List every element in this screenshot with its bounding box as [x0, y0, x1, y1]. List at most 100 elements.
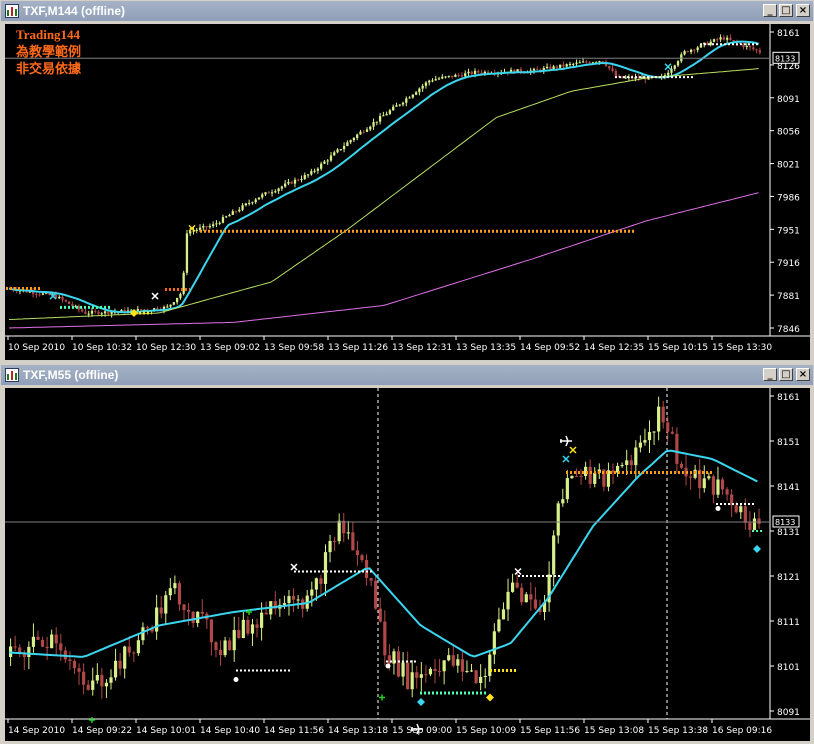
candle-body: [392, 106, 395, 111]
candle-body: [228, 214, 231, 217]
minimize-button[interactable]: _: [763, 368, 777, 381]
candle-body: [166, 306, 169, 308]
maximize-button[interactable]: □: [779, 368, 793, 381]
candle-body: [228, 640, 232, 651]
maximize-button[interactable]: □: [779, 4, 793, 17]
minimize-button[interactable]: _: [763, 4, 777, 17]
candle-body: [145, 627, 150, 629]
candle-body: [319, 578, 323, 584]
chart-window-m55[interactable]: TXF,M55 (offline) _ □ × 8161 8151 8141 8131…: [0, 364, 814, 744]
candle-body: [351, 532, 355, 551]
candle-body: [45, 646, 49, 649]
candle-body: [284, 183, 287, 187]
price-tick-label: 8091: [777, 95, 800, 105]
candle-body: [424, 674, 428, 676]
price-chart-m55[interactable]: 8161 8151 8141 8131 8121 8111 8101 8091 14 Sep 2…: [0, 386, 814, 743]
close-button[interactable]: ×: [796, 4, 810, 17]
chart-note: Trading144 為教學範例 非交易依據: [16, 26, 81, 77]
signal-dot-icon: [715, 506, 721, 511]
candle-body: [296, 599, 300, 601]
candle-body: [686, 51, 689, 53]
candle-body: [752, 518, 757, 530]
candle-body: [100, 674, 104, 687]
candle-body: [218, 649, 223, 656]
candle-body: [442, 660, 446, 672]
candle-body: [209, 619, 213, 643]
candle-body: [270, 192, 274, 194]
price-tick-label: 7881: [777, 292, 800, 302]
candle-body: [104, 682, 109, 687]
candle-body: [164, 595, 168, 614]
candle-body: [565, 64, 568, 67]
candle-body: [464, 73, 467, 77]
candle-body: [745, 46, 748, 48]
candle-body: [611, 68, 614, 71]
candle-body: [406, 662, 410, 690]
candle-body: [454, 74, 457, 78]
candle-body: [515, 582, 519, 588]
candle-body: [667, 72, 670, 76]
candle-body: [395, 105, 398, 107]
candle-body: [755, 49, 758, 51]
note-line-3: 非交易依據: [16, 61, 82, 76]
candle-body: [434, 79, 437, 81]
candle-body: [374, 580, 378, 609]
candle-body: [54, 634, 58, 644]
candle-body: [175, 297, 179, 303]
window-titlebar[interactable]: TXF,M144 (offline) _ □ ×: [1, 1, 813, 21]
candle-body: [428, 668, 433, 675]
time-tick-label: 15 Sep 13:30: [712, 343, 772, 353]
candle-body: [107, 311, 110, 314]
candle-body: [141, 627, 145, 641]
candle-body: [90, 310, 94, 314]
price-chart-m144[interactable]: 8161812680918056802179867951791678817846…: [0, 22, 814, 362]
close-button[interactable]: ×: [796, 368, 810, 381]
price-tick-label: 7986: [777, 193, 800, 203]
candle-body: [223, 640, 227, 656]
candle-body: [661, 406, 665, 423]
candle-body: [84, 311, 87, 314]
candle-body: [250, 624, 255, 634]
price-tick-label: 8151: [777, 438, 800, 448]
candle-body: [702, 478, 706, 489]
candle-body: [457, 74, 460, 76]
candle-body: [473, 70, 477, 74]
candle-body: [598, 61, 601, 63]
candle-body: [578, 62, 581, 64]
candle-body: [234, 211, 238, 213]
candle-body: [77, 305, 81, 310]
candle-body: [264, 192, 267, 195]
candle-body: [732, 39, 735, 41]
chart-window-m144[interactable]: TXF,M144 (offline) _ □ × 8161 8126 8091 805…: [0, 0, 814, 363]
candle-body: [647, 432, 652, 441]
candle-body: [748, 522, 752, 530]
candle-body: [467, 71, 470, 74]
candle-body: [113, 660, 118, 678]
candle-body: [238, 209, 241, 212]
price-tick-label: 8161: [777, 29, 800, 39]
candle-body: [643, 440, 647, 443]
candle-body: [13, 646, 17, 648]
candle-body: [225, 216, 228, 218]
candle-body: [277, 188, 280, 192]
candle-body: [355, 550, 360, 556]
candle-body: [214, 642, 218, 650]
candle-body: [72, 660, 77, 669]
candle-body: [232, 630, 236, 651]
candle-body: [246, 619, 250, 634]
candle-body: [169, 304, 172, 307]
candle-body: [261, 194, 264, 198]
candle-body: [195, 229, 198, 231]
candle-body: [460, 75, 464, 77]
candle-body: [408, 97, 411, 99]
candle-body: [378, 116, 382, 122]
window-titlebar[interactable]: TXF,M55 (offline) _ □ ×: [1, 365, 813, 385]
candle-body: [139, 309, 143, 311]
candle-body: [323, 552, 328, 584]
candle-body: [447, 75, 450, 77]
time-tick-label: 14 Sep 11:56: [264, 726, 324, 736]
candle-body: [716, 39, 719, 41]
time-tick-label: 14 Sep 10:40: [200, 726, 260, 736]
time-tick-label: 14 Sep 12:35: [584, 343, 644, 353]
candle-body: [506, 591, 510, 610]
